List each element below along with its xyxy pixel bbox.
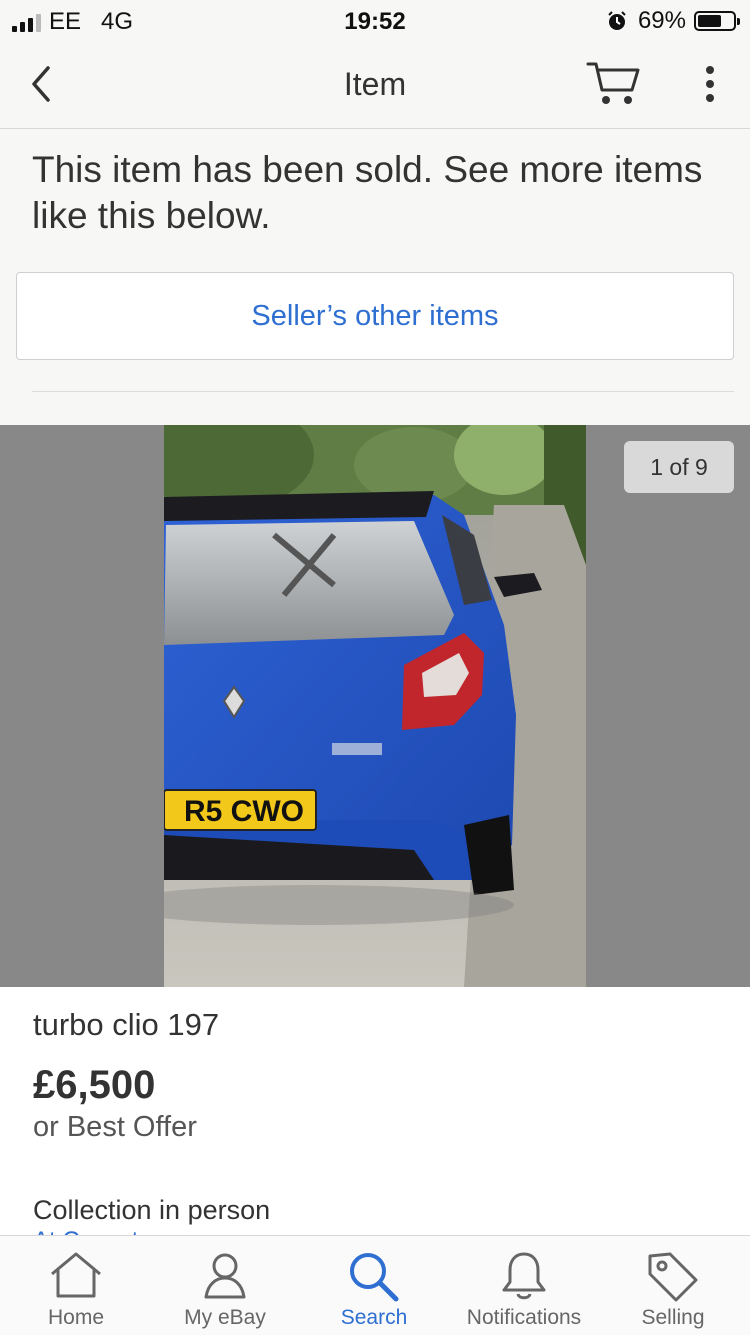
battery-percent: 69%: [637, 7, 686, 34]
photo-counter: 1 of 9: [624, 441, 734, 493]
more-vertical-icon[interactable]: [696, 62, 724, 106]
bell-icon: [502, 1252, 546, 1300]
tab-notifications-label: Notifications: [466, 1306, 582, 1329]
tab-home-label: Home: [47, 1306, 105, 1329]
best-offer-label: or Best Offer: [33, 1111, 197, 1143]
tab-selling-label: Selling: [641, 1306, 705, 1329]
tab-search-label: Search: [340, 1306, 408, 1329]
tab-bar: Home My eBay Search Notifications Sellin…: [0, 1235, 750, 1335]
delivery-label: Collection in person: [33, 1195, 271, 1225]
item-price: £6,500: [33, 1063, 156, 1107]
tab-my-ebay[interactable]: My eBay: [150, 1236, 300, 1335]
sold-banner: This item has been sold. See more items …: [0, 129, 750, 425]
sold-message: This item has been sold. See more items …: [32, 149, 703, 236]
tab-my-ebay-label: My eBay: [184, 1306, 266, 1329]
nav-bar: Item: [0, 40, 750, 129]
person-icon: [204, 1253, 246, 1299]
home-icon: [51, 1252, 101, 1298]
tab-search[interactable]: Search: [299, 1236, 449, 1335]
status-bar: EE 4G 19:52 69%: [0, 0, 750, 40]
seller-other-items-button[interactable]: Seller’s other items: [16, 272, 734, 360]
alarm-icon: [608, 11, 626, 30]
tag-icon: [648, 1252, 698, 1302]
status-right: 69%: [606, 7, 740, 35]
search-icon: [350, 1253, 399, 1302]
image-gallery[interactable]: R5 CWO 1 of 9: [0, 425, 750, 987]
tab-home[interactable]: Home: [1, 1236, 151, 1335]
item-title: turbo clio 197: [33, 1007, 220, 1042]
item-photo[interactable]: R5 CWO: [164, 425, 586, 987]
location-link[interactable]: At Coventry: [33, 1227, 158, 1235]
item-details: turbo clio 197 £6,500 or Best Offer Coll…: [0, 987, 750, 1235]
battery-icon: [694, 11, 740, 31]
tab-notifications[interactable]: Notifications: [449, 1236, 599, 1335]
cart-icon[interactable]: [584, 58, 644, 110]
tab-selling[interactable]: Selling: [598, 1236, 748, 1335]
number-plate: R5 CWO: [184, 795, 304, 828]
section-divider: [32, 391, 734, 392]
